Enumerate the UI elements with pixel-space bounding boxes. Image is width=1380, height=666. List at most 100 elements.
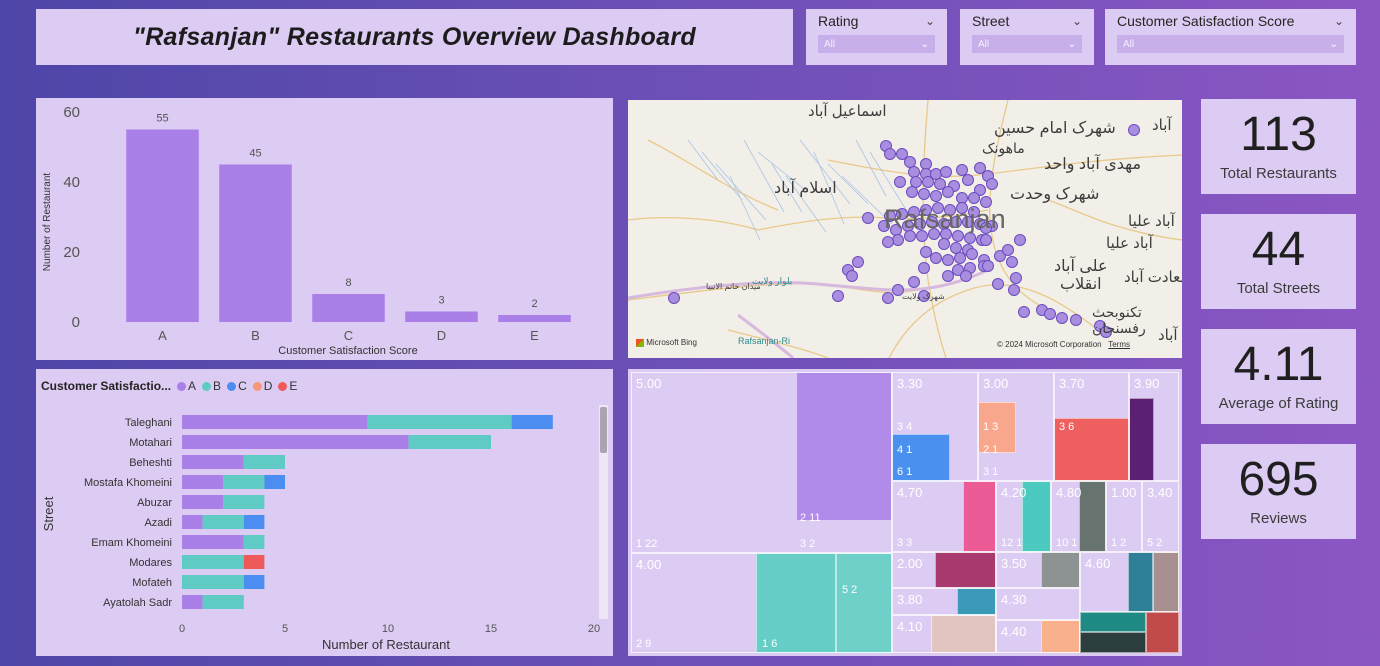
treemap-cell[interactable]: 4.40 xyxy=(996,620,1080,653)
restaurant-map-point[interactable] xyxy=(954,252,966,264)
restaurant-map-point[interactable] xyxy=(862,212,874,224)
chevron-down-icon[interactable]: ⌄ xyxy=(1334,14,1344,28)
rating-slicer[interactable]: Rating ⌄ All ⌄ xyxy=(806,9,947,65)
stacked-bar-segment[interactable] xyxy=(182,575,244,589)
treemap-cell[interactable]: 3.70 3 6 xyxy=(1054,372,1129,481)
treemap-cell[interactable]: 3.90 xyxy=(1129,372,1179,481)
stacked-bar-segment[interactable] xyxy=(182,495,224,509)
treemap-cell[interactable]: 5.00 1 22 2 11 3 2 xyxy=(631,372,892,553)
restaurant-map-point[interactable] xyxy=(904,156,916,168)
chevron-down-icon[interactable]: ⌄ xyxy=(1072,14,1082,28)
treemap-cell[interactable]: 1.00 1 2 xyxy=(1106,481,1142,552)
restaurant-map-point[interactable] xyxy=(1010,272,1022,284)
treemap-cell[interactable]: 3.50 xyxy=(996,552,1080,588)
treemap-cell[interactable]: 4.70 3 3 xyxy=(892,481,996,552)
restaurant-map-point[interactable] xyxy=(918,188,930,200)
restaurant-map-point[interactable] xyxy=(968,192,980,204)
treemap-cell[interactable]: 4.30 xyxy=(996,588,1080,620)
rating-treemap[interactable]: 5.00 1 22 2 11 3 2 3.30 3 4 4 1 6 1 3.00 1 3 2 1 3 … xyxy=(631,372,1179,653)
restaurant-map-point[interactable] xyxy=(922,176,934,188)
stacked-bar-segment[interactable] xyxy=(264,475,285,489)
scrollbar-thumb[interactable] xyxy=(600,407,607,453)
treemap-subcell[interactable] xyxy=(1080,612,1146,632)
map-terms-link[interactable]: Terms xyxy=(1108,340,1130,349)
restaurant-map-point[interactable] xyxy=(852,256,864,268)
treemap-cell[interactable]: 4.10 xyxy=(892,615,996,653)
restaurant-map-point[interactable] xyxy=(940,166,952,178)
restaurant-map-point[interactable] xyxy=(1008,284,1020,296)
restaurant-map-point[interactable] xyxy=(938,238,950,250)
treemap-cell[interactable]: 4.60 xyxy=(1080,552,1179,612)
restaurant-map-point[interactable] xyxy=(1044,308,1056,320)
restaurant-map-point[interactable] xyxy=(882,236,894,248)
restaurant-map-point[interactable] xyxy=(956,164,968,176)
restaurant-map-point[interactable] xyxy=(910,176,922,188)
legend-item-d[interactable]: D xyxy=(252,379,272,393)
restaurant-map-point[interactable] xyxy=(962,174,974,186)
treemap-cell[interactable]: 3.40 5 2 xyxy=(1142,481,1179,552)
restaurant-map-point[interactable] xyxy=(906,186,918,198)
legend-item-c[interactable]: C xyxy=(227,379,247,393)
stacked-bar-segment[interactable] xyxy=(182,415,368,429)
restaurant-map-point[interactable] xyxy=(1006,256,1018,268)
restaurant-map-point[interactable] xyxy=(920,158,932,170)
restaurant-map-point[interactable] xyxy=(986,178,998,190)
satisfaction-slicer[interactable]: Customer Satisfaction Score ⌄ All ⌄ xyxy=(1105,9,1356,65)
stacked-bar-segment[interactable] xyxy=(182,455,244,469)
restaurant-map-point[interactable] xyxy=(882,292,894,304)
chevron-down-icon[interactable]: ⌄ xyxy=(925,14,935,28)
stacked-bar-segment[interactable] xyxy=(182,475,224,489)
treemap-subcell[interactable] xyxy=(1080,632,1146,653)
stacked-bar-segment[interactable] xyxy=(202,595,244,609)
stacked-bar-segment[interactable] xyxy=(182,435,409,449)
treemap-subcell[interactable] xyxy=(1146,612,1179,653)
restaurant-map-point[interactable] xyxy=(930,190,942,202)
bar[interactable] xyxy=(405,311,478,323)
stacked-bar-segment[interactable] xyxy=(243,575,265,589)
bar[interactable] xyxy=(498,315,571,322)
restaurant-map[interactable]: اسماعیل آباد شهرک امام حسین ماهونک مهدی … xyxy=(628,100,1182,358)
restaurant-map-point[interactable] xyxy=(846,270,858,282)
restaurant-map-point[interactable] xyxy=(1002,244,1014,256)
restaurant-map-point[interactable] xyxy=(920,246,932,258)
treemap-cell[interactable]: 4.80 10 1 xyxy=(1051,481,1106,552)
bar[interactable] xyxy=(312,294,385,322)
restaurant-map-point[interactable] xyxy=(992,278,1004,290)
restaurant-map-point[interactable] xyxy=(956,192,968,204)
stacked-bar-segment[interactable] xyxy=(243,535,265,549)
restaurant-map-point[interactable] xyxy=(1014,234,1026,246)
restaurant-map-point[interactable] xyxy=(1056,312,1068,324)
stacked-bar-segment[interactable] xyxy=(223,495,265,509)
stacked-bar-segment[interactable] xyxy=(182,535,244,549)
restaurant-map-point[interactable] xyxy=(1018,306,1030,318)
restaurant-map-point[interactable] xyxy=(1128,124,1140,136)
restaurant-map-point[interactable] xyxy=(960,270,972,282)
stacked-bar-segment[interactable] xyxy=(367,415,512,429)
stacked-bar-segment[interactable] xyxy=(182,555,244,569)
restaurant-map-point[interactable] xyxy=(966,248,978,260)
restaurant-map-point[interactable] xyxy=(942,270,954,282)
stacked-bar-segment[interactable] xyxy=(182,515,203,529)
street-slicer[interactable]: Street ⌄ All ⌄ xyxy=(960,9,1094,65)
restaurant-map-point[interactable] xyxy=(980,234,992,246)
bar[interactable] xyxy=(126,129,199,323)
rating-dropdown[interactable]: All ⌄ xyxy=(818,35,935,53)
legend-item-e[interactable]: E xyxy=(278,379,297,393)
street-dropdown[interactable]: All ⌄ xyxy=(972,35,1082,53)
restaurant-map-point[interactable] xyxy=(908,166,920,178)
treemap-cell[interactable]: 4.00 2 9 1 6 5 2 xyxy=(631,553,892,653)
restaurant-map-point[interactable] xyxy=(918,262,930,274)
stacked-bar-segment[interactable] xyxy=(243,555,265,569)
restaurant-map-point[interactable] xyxy=(884,148,896,160)
treemap-cell[interactable]: 3.80 xyxy=(892,588,996,615)
treemap-cell[interactable]: 3.00 1 3 2 1 3 1 xyxy=(978,372,1054,481)
restaurant-map-point[interactable] xyxy=(832,290,844,302)
stacked-bar-segment[interactable] xyxy=(223,475,265,489)
legend-item-a[interactable]: A xyxy=(177,379,196,393)
satisfaction-dropdown[interactable]: All ⌄ xyxy=(1117,35,1344,53)
treemap-cell[interactable]: 2.00 xyxy=(892,552,996,588)
stacked-bar-segment[interactable] xyxy=(182,595,203,609)
bar[interactable] xyxy=(219,164,292,323)
restaurant-map-point[interactable] xyxy=(930,252,942,264)
treemap-cell[interactable]: 3.30 3 4 4 1 6 1 xyxy=(892,372,978,481)
